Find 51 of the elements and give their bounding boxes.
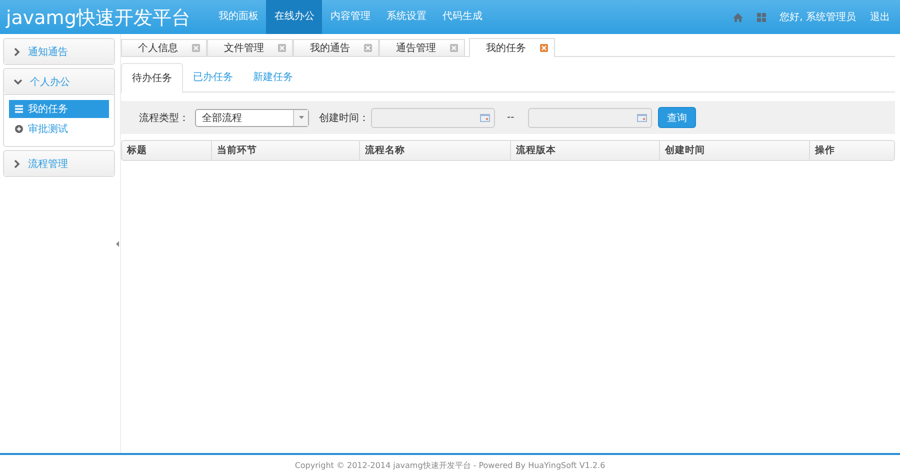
- type-label: 流程类型：: [139, 112, 189, 124]
- menu-group-header[interactable]: 个人办公: [4, 69, 114, 94]
- chevron-down-icon: [14, 78, 22, 84]
- menu-item[interactable]: 审批测试: [9, 120, 109, 138]
- range-separator: --: [507, 112, 514, 123]
- menu-group-header[interactable]: 流程管理: [4, 151, 114, 176]
- nav-tab[interactable]: 内容管理: [322, 0, 378, 34]
- nav-tab[interactable]: 我的面板: [210, 0, 266, 34]
- caret-icon: [298, 116, 304, 119]
- grid-icon[interactable]: [756, 12, 766, 22]
- menu-group-header[interactable]: 通知通告: [4, 39, 114, 64]
- column-header[interactable]: 创建时间: [659, 141, 809, 160]
- sub-tab[interactable]: 已办任务: [183, 64, 243, 91]
- close-icon[interactable]: [192, 44, 200, 52]
- app-logo: javamg快速开发平台: [4, 6, 192, 31]
- close-icon[interactable]: [364, 44, 372, 52]
- page-tab[interactable]: 我的通告: [293, 39, 379, 56]
- date-field[interactable]: [371, 108, 495, 128]
- nav-tab[interactable]: 代码生成: [434, 0, 490, 34]
- logout-link[interactable]: 退出: [870, 10, 890, 24]
- circle-icon: [15, 125, 23, 133]
- process-type-dropdown[interactable]: 全部流程: [195, 108, 309, 126]
- close-icon[interactable]: [540, 44, 548, 52]
- sub-tab[interactable]: 待办任务: [121, 63, 183, 93]
- close-icon[interactable]: [450, 44, 458, 52]
- column-header[interactable]: 标题: [122, 141, 211, 160]
- column-header[interactable]: 操作: [809, 141, 894, 160]
- search-button[interactable]: 查询: [658, 107, 696, 128]
- calendar-icon: [637, 114, 648, 122]
- nav-tab[interactable]: 系统设置: [378, 0, 434, 34]
- chevron-right-icon: [14, 48, 20, 56]
- list-icon: [15, 105, 23, 113]
- column-header[interactable]: 流程名称: [359, 141, 510, 160]
- column-header[interactable]: 流程版本: [510, 141, 659, 160]
- collapse-icon[interactable]: [116, 240, 119, 246]
- sub-tab[interactable]: 新建任务: [243, 64, 303, 91]
- chevron-right-icon: [14, 160, 20, 168]
- user-greeting[interactable]: 您好, 系统管理员: [780, 10, 856, 24]
- menu-item[interactable]: 我的任务: [9, 100, 109, 118]
- time-label: 创建时间：: [319, 112, 369, 124]
- home-icon[interactable]: [732, 12, 743, 22]
- page-tab[interactable]: 我的任务: [469, 38, 555, 57]
- nav-tab[interactable]: 在线办公: [266, 0, 322, 34]
- date-field[interactable]: [528, 108, 652, 128]
- page-tab[interactable]: 通告管理: [379, 39, 465, 56]
- page-tab[interactable]: 文件管理: [207, 39, 293, 56]
- page-tab[interactable]: 个人信息: [121, 39, 207, 56]
- close-icon[interactable]: [278, 44, 286, 52]
- column-header[interactable]: 当前环节: [211, 141, 359, 160]
- copyright-text: Copyright © 2012-2014 javamg快速开发平台 - Powered By HuaYingSoft V1.2.6: [294, 461, 606, 470]
- calendar-icon: [480, 114, 490, 122]
